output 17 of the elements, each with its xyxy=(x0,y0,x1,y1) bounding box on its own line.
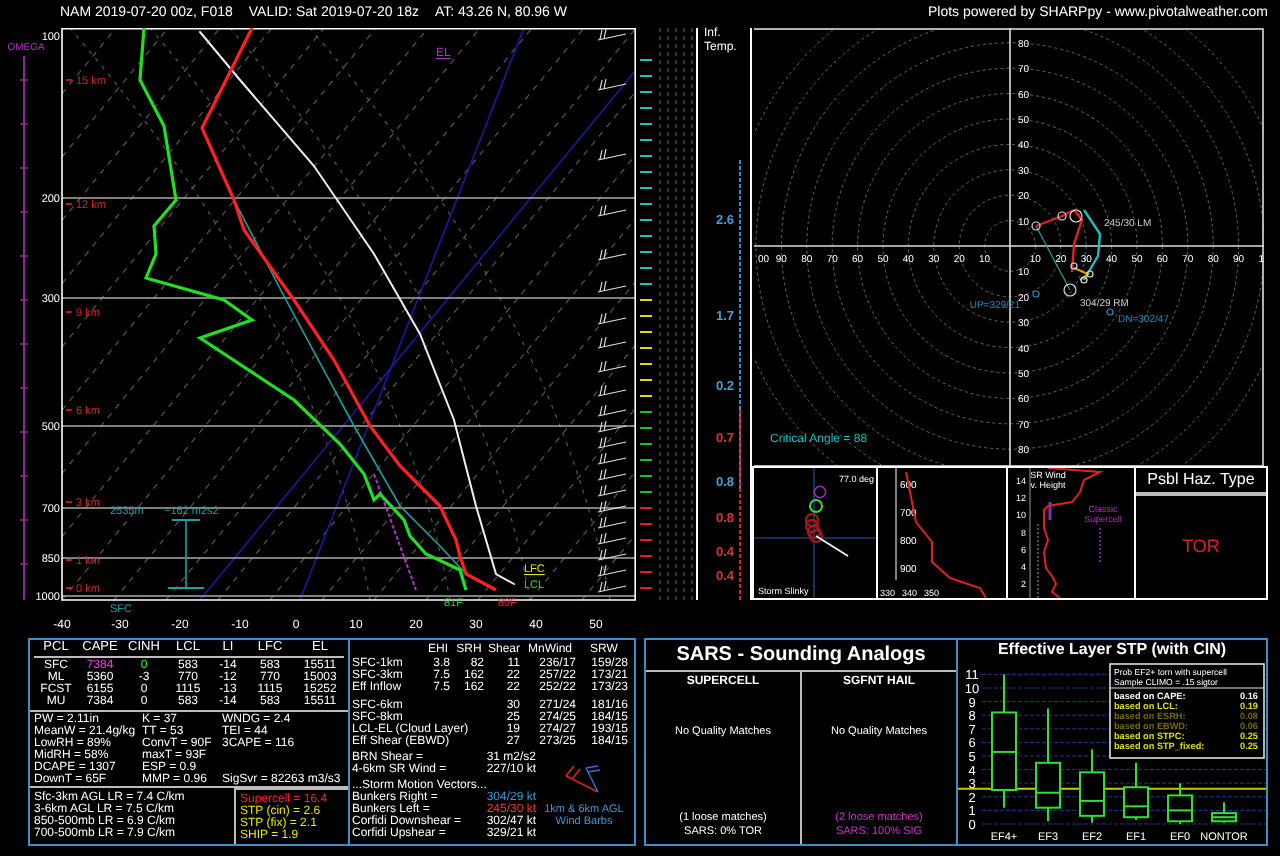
box-plot xyxy=(1079,748,1105,824)
chart-title: Effective Layer STP (with CIN) xyxy=(995,640,1229,660)
box-plot xyxy=(1211,801,1237,824)
hazard-type: TOR xyxy=(1182,533,1220,560)
wind-barb-drawing xyxy=(565,765,601,793)
range-marker xyxy=(1048,502,1052,520)
box-plot xyxy=(991,673,1017,809)
panel-title: Psbl Haz. Type xyxy=(1136,468,1266,496)
box-plot xyxy=(1123,761,1149,821)
panel-title: SARS - Sounding Analogs xyxy=(646,640,956,672)
range-marker xyxy=(1099,527,1101,565)
effective-inflow-marker xyxy=(167,519,205,589)
axis-lines xyxy=(1029,468,1039,598)
storm-slinky-drawing xyxy=(804,485,849,557)
box-plot xyxy=(1035,707,1061,823)
box-plot xyxy=(1167,782,1193,825)
wetbulb-trace xyxy=(373,473,417,591)
